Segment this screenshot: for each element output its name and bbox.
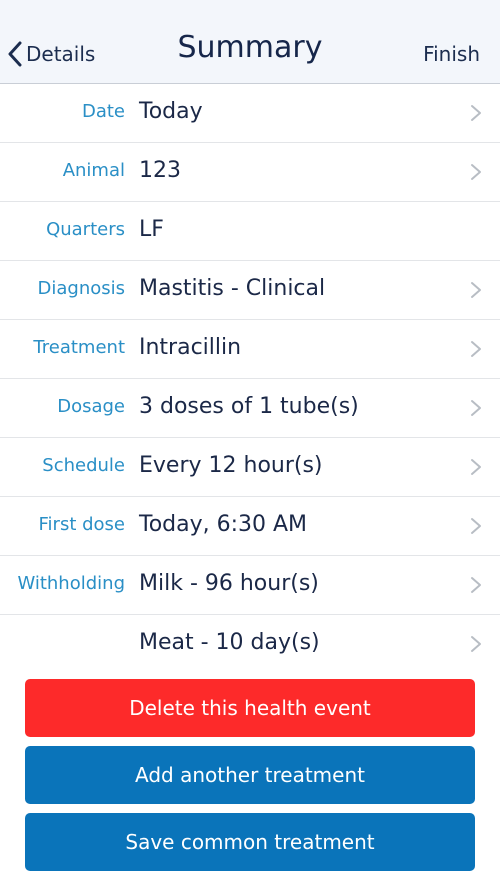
add-treatment-button[interactable]: Add another treatment: [25, 746, 475, 804]
summary-list: Date Today Animal 123 Quarters LF Diagno…: [0, 84, 500, 674]
chevron-right-icon: [471, 518, 481, 534]
row-label: Date: [81, 101, 125, 122]
finish-button[interactable]: Finish: [423, 42, 480, 66]
row-label: Animal: [62, 160, 125, 181]
chevron-right-icon: [471, 400, 481, 416]
chevron-right-icon: [471, 164, 481, 180]
row-label: Schedule: [42, 455, 125, 476]
delete-health-event-button[interactable]: Delete this health event: [25, 679, 475, 737]
row-label: Quarters: [46, 219, 125, 240]
row-label: First dose: [38, 514, 126, 535]
row-value: 3 doses of 1 tube(s): [139, 394, 359, 419]
chevron-right-icon: [471, 577, 481, 593]
row-withholding-milk[interactable]: Withholding Milk - 96 hour(s): [0, 556, 500, 615]
row-value: Every 12 hour(s): [139, 453, 323, 478]
row-treatment[interactable]: Treatment Intracillin: [0, 320, 500, 379]
row-value: Intracillin: [139, 335, 242, 360]
row-value: Today: [139, 99, 203, 124]
row-value: Milk - 96 hour(s): [139, 571, 319, 596]
row-diagnosis[interactable]: Diagnosis Mastitis - Clinical: [0, 261, 500, 320]
row-value: Mastitis - Clinical: [139, 276, 326, 301]
chevron-right-icon: [471, 341, 481, 357]
row-label: Treatment: [33, 337, 125, 358]
row-value: LF: [139, 217, 164, 242]
chevron-right-icon: [471, 636, 481, 652]
row-dosage[interactable]: Dosage 3 doses of 1 tube(s): [0, 379, 500, 438]
chevron-right-icon: [471, 282, 481, 298]
row-value: Today, 6:30 AM: [139, 512, 308, 537]
chevron-right-icon: [471, 459, 481, 475]
row-value: 123: [139, 158, 181, 183]
row-first-dose[interactable]: First dose Today, 6:30 AM: [0, 497, 500, 556]
row-label: Diagnosis: [37, 278, 126, 299]
row-date[interactable]: Date Today: [0, 84, 500, 143]
row-schedule[interactable]: Schedule Every 12 hour(s): [0, 438, 500, 497]
navigation-bar: Details Summary Finish: [0, 0, 500, 84]
save-common-treatment-button[interactable]: Save common treatment: [25, 813, 475, 871]
row-label: Dosage: [57, 396, 125, 417]
chevron-right-icon: [471, 105, 481, 121]
row-value: Meat - 10 day(s): [139, 630, 320, 655]
row-quarters: Quarters LF: [0, 202, 500, 261]
row-label: Withholding: [17, 573, 125, 594]
row-animal[interactable]: Animal 123: [0, 143, 500, 202]
row-withholding-meat[interactable]: Meat - 10 day(s): [0, 615, 500, 674]
